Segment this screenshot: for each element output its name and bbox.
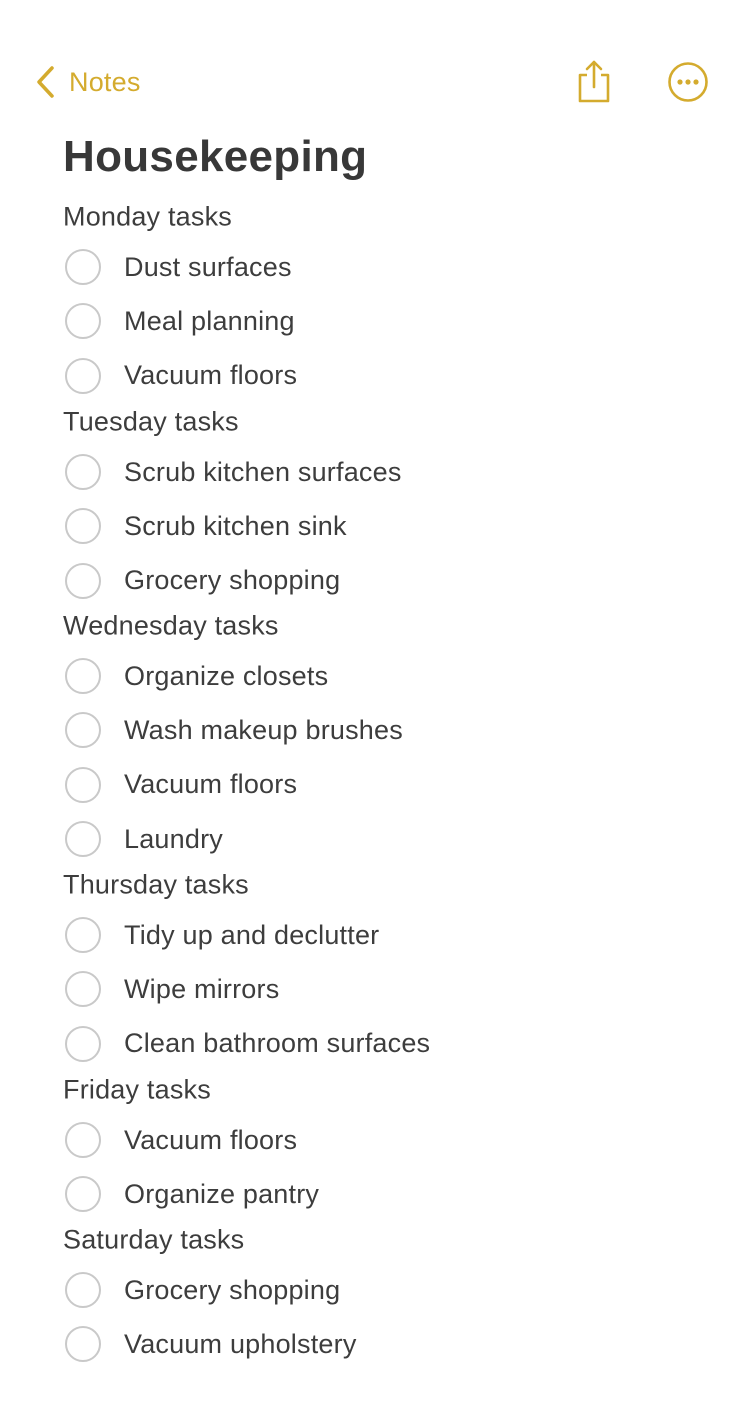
checklist-item-text[interactable]: Vacuum floors xyxy=(124,360,297,391)
section-header[interactable]: Tuesday tasks xyxy=(63,407,239,438)
share-button[interactable] xyxy=(574,58,614,104)
checkbox-circle-icon[interactable] xyxy=(65,917,101,953)
checklist-item: Clean bathroom surfaces xyxy=(63,1019,663,1069)
checklist-item-text[interactable]: Tidy up and declutter xyxy=(124,920,379,951)
checkbox-circle-icon[interactable] xyxy=(65,766,101,803)
checklist-item: Laundry xyxy=(63,814,663,864)
checklist-item-text[interactable]: Laundry xyxy=(124,824,223,855)
checklist-item-text[interactable]: Meal planning xyxy=(124,306,295,337)
more-button[interactable] xyxy=(666,60,710,104)
section-header[interactable]: Saturday tasks xyxy=(63,1225,244,1256)
checkbox-circle-icon[interactable] xyxy=(65,821,101,858)
note-title[interactable]: Housekeeping xyxy=(63,132,367,182)
checkbox-circle-icon[interactable] xyxy=(65,562,101,599)
checkbox-circle-icon[interactable] xyxy=(65,971,101,1008)
checklist-item-text[interactable]: Vacuum floors xyxy=(124,1125,297,1156)
nav-bar: Notes xyxy=(0,0,730,120)
checkbox-circle-icon[interactable] xyxy=(65,303,101,340)
checkbox-circle-icon[interactable] xyxy=(65,1122,101,1158)
checklist-item: Vacuum floors xyxy=(63,1115,663,1165)
checklist-item: Organize closets xyxy=(63,651,663,701)
checkbox-circle-icon[interactable] xyxy=(65,658,101,694)
checklist-item: Scrub kitchen sink xyxy=(63,501,663,551)
back-label: Notes xyxy=(69,66,141,97)
checklist-item-text[interactable]: Vacuum upholstery xyxy=(124,1329,357,1360)
checkbox-circle-icon[interactable] xyxy=(65,454,101,490)
checklist-item-text[interactable]: Scrub kitchen surfaces xyxy=(124,457,402,488)
checklist-item: Grocery shopping xyxy=(63,1265,663,1315)
checklist-item: Wipe mirrors xyxy=(63,964,663,1014)
checklist-item: Scrub kitchen surfaces xyxy=(63,447,663,497)
checklist-item: Organize pantry xyxy=(63,1169,663,1219)
checklist-item: Tidy up and declutter xyxy=(63,910,663,960)
checklist-item: Grocery shopping xyxy=(63,556,663,606)
checklist-item: Vacuum upholstery xyxy=(63,1319,663,1369)
checkbox-circle-icon[interactable] xyxy=(65,1272,101,1308)
share-icon xyxy=(578,60,610,103)
checklist-item-text[interactable]: Organize closets xyxy=(124,661,328,692)
checkbox-circle-icon[interactable] xyxy=(65,1326,101,1363)
section-header[interactable]: Wednesday tasks xyxy=(63,611,279,642)
checklist-item-text[interactable]: Vacuum floors xyxy=(124,769,297,800)
checklist-item-text[interactable]: Clean bathroom surfaces xyxy=(124,1028,430,1059)
checklist-item: Meal planning xyxy=(63,296,663,346)
chevron-left-icon xyxy=(37,66,54,98)
checklist-item-text[interactable]: Dust surfaces xyxy=(124,252,292,283)
checkbox-circle-icon[interactable] xyxy=(65,249,101,285)
checklist-item: Dust surfaces xyxy=(63,242,663,292)
checkbox-circle-icon[interactable] xyxy=(65,508,101,545)
checklist-item: Wash makeup brushes xyxy=(63,705,663,755)
checkbox-circle-icon[interactable] xyxy=(65,1176,101,1213)
checklist-item-text[interactable]: Scrub kitchen sink xyxy=(124,511,347,542)
back-button[interactable]: Notes xyxy=(34,62,141,102)
checkbox-circle-icon[interactable] xyxy=(65,357,101,394)
checklist-item: Vacuum floors xyxy=(63,760,663,810)
checklist-item: Vacuum floors xyxy=(63,351,663,401)
ellipsis-circle-icon xyxy=(668,62,708,102)
checklist-item-text[interactable]: Grocery shopping xyxy=(124,1275,340,1306)
checklist-item-text[interactable]: Grocery shopping xyxy=(124,565,340,596)
checkbox-circle-icon[interactable] xyxy=(65,1025,101,1062)
section-header[interactable]: Friday tasks xyxy=(63,1075,211,1106)
section-header[interactable]: Monday tasks xyxy=(63,202,232,233)
checklist-item-text[interactable]: Wipe mirrors xyxy=(124,974,279,1005)
checkbox-circle-icon[interactable] xyxy=(65,712,101,749)
checklist-item-text[interactable]: Organize pantry xyxy=(124,1179,319,1210)
checklist-item-text[interactable]: Wash makeup brushes xyxy=(124,715,403,746)
section-header[interactable]: Thursday tasks xyxy=(63,870,249,901)
